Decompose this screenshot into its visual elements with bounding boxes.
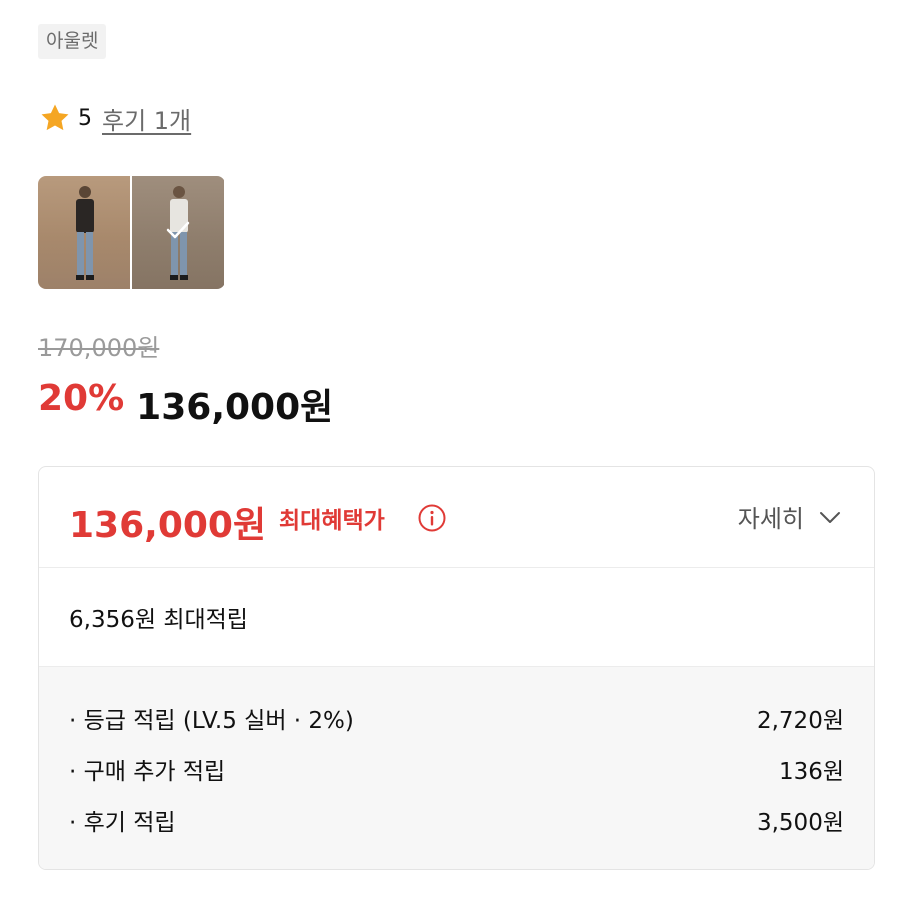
list-item-value: 2,720원 — [756, 708, 844, 734]
benefit-card-header[interactable]: 136,000원 최대혜택가 자세히 — [39, 467, 874, 568]
rating-score: 5 — [78, 105, 92, 131]
points-breakdown-list: 등급 적립 (LV.5 실버 · 2%) 2,720원 구매 추가 적립 136… — [39, 667, 874, 869]
benefit-card: 136,000원 최대혜택가 자세히 6,356원 최대적립 등급 적립 (LV… — [38, 466, 875, 870]
thumbnail-1[interactable] — [38, 176, 130, 289]
max-points-text: 6,356원 최대적립 — [69, 607, 248, 633]
max-benefit-price: 136,000원 — [69, 505, 267, 546]
reviews-link[interactable]: 후기 1개 — [102, 101, 191, 136]
thumbnail-2[interactable] — [132, 176, 224, 289]
max-benefit-label: 최대혜택가 — [279, 508, 385, 534]
list-item-label: 구매 추가 적립 — [69, 752, 226, 788]
list-item-value: 136원 — [778, 759, 844, 785]
list-item: 구매 추가 적립 136원 — [69, 752, 844, 788]
star-icon — [41, 104, 69, 131]
sale-price-row: 20% 136,000원 — [38, 378, 333, 430]
max-points-row: 6,356원 최대적립 — [39, 568, 874, 667]
list-item: 등급 적립 (LV.5 실버 · 2%) 2,720원 — [69, 701, 844, 737]
list-item-label: 등급 적립 (LV.5 실버 · 2%) — [69, 701, 354, 737]
discount-rate: 20% — [38, 378, 125, 419]
model-photo-icon — [76, 186, 94, 280]
info-icon[interactable] — [417, 503, 447, 533]
details-toggle[interactable]: 자세히 — [738, 499, 842, 534]
list-item: 후기 적립 3,500원 — [69, 803, 844, 839]
thumbnail-strip — [38, 176, 225, 289]
sale-price: 136,000원 — [136, 387, 334, 428]
rating-row: 5 후기 1개 — [38, 98, 191, 138]
outlet-tag: 아울렛 — [38, 24, 107, 59]
original-price: 170,000원 — [38, 334, 160, 362]
details-label: 자세히 — [737, 505, 804, 533]
list-item-label: 후기 적립 — [69, 803, 176, 839]
check-icon — [166, 221, 190, 239]
list-item-value: 3,500원 — [756, 810, 844, 836]
chevron-down-icon — [820, 511, 840, 523]
